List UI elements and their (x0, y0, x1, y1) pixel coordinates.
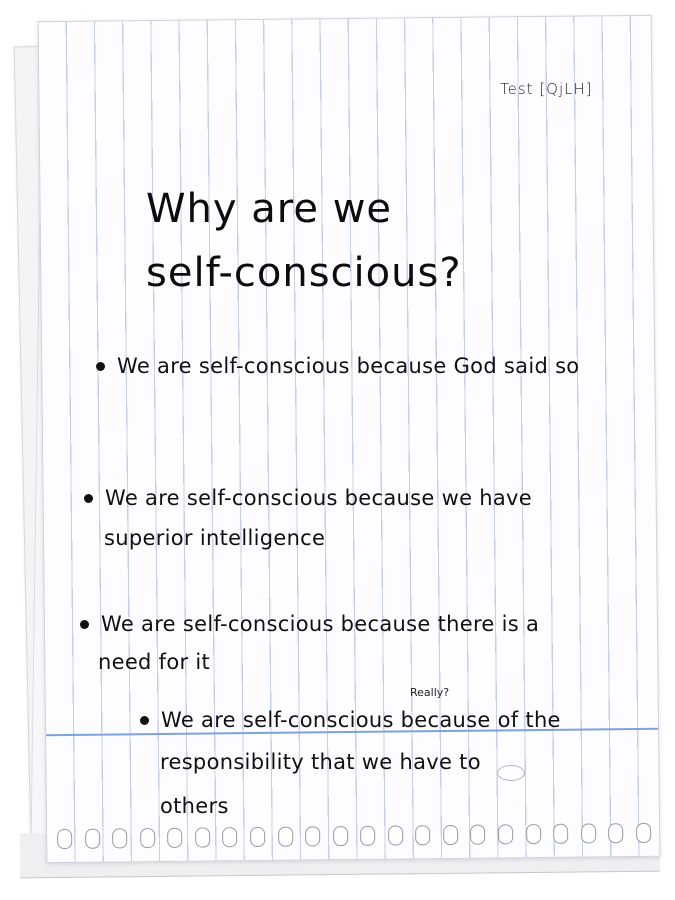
notebook-page (37, 14, 661, 864)
spiral-holes (57, 818, 652, 854)
hole-icon (415, 825, 431, 846)
test-label: Test [QjLH] (500, 80, 593, 98)
bullet-icon (96, 361, 105, 371)
hole-icon (498, 824, 514, 845)
bullet-text: We are self-conscious because God said s… (117, 354, 580, 378)
bullet-text: We are self-conscious because of the (161, 708, 561, 732)
margin-note: Really? (410, 686, 450, 699)
bullet-item-3: We are self-conscious because there is a (80, 612, 539, 636)
hole-icon (470, 824, 486, 845)
hole-icon (222, 827, 238, 848)
hole-icon (57, 828, 73, 850)
bullet-item-1: We are self-conscious because God said s… (96, 354, 579, 378)
bullet-icon (140, 715, 149, 725)
bullet-item-2: We are self-conscious because we have (84, 486, 532, 510)
hole-icon (635, 822, 652, 844)
paper-smudge (497, 765, 525, 781)
hole-icon (112, 828, 128, 849)
hole-icon (84, 828, 100, 849)
hole-icon (387, 825, 404, 846)
bullet-item-4: We are self-conscious because of the (140, 708, 561, 732)
bullet-text: We are self-conscious because we have (105, 486, 532, 510)
bullet-text-continued: superior intelligence (104, 526, 326, 550)
hole-icon (277, 826, 293, 847)
page-title-line-2: self-conscious? (146, 250, 462, 296)
hole-icon (442, 824, 459, 846)
bullet-text-continued: need for it (98, 650, 211, 674)
hole-icon (608, 823, 624, 844)
bullet-icon (84, 493, 93, 503)
hole-icon (332, 826, 348, 847)
hole-icon (249, 826, 266, 848)
hole-icon (139, 828, 155, 849)
bullet-text: We are self-conscious because there is a (101, 612, 540, 636)
hole-icon (553, 823, 569, 844)
hole-icon (580, 823, 596, 844)
hole-icon (360, 825, 376, 846)
hole-icon (305, 826, 321, 847)
hole-icon (194, 827, 211, 848)
bullet-icon (80, 619, 89, 629)
bullet-text-continued: others (160, 794, 229, 818)
hole-icon (167, 827, 183, 848)
page-title-line-1: Why are we (146, 186, 393, 232)
hole-icon (525, 824, 541, 845)
bullet-text-continued: responsibility that we have to (160, 750, 481, 774)
